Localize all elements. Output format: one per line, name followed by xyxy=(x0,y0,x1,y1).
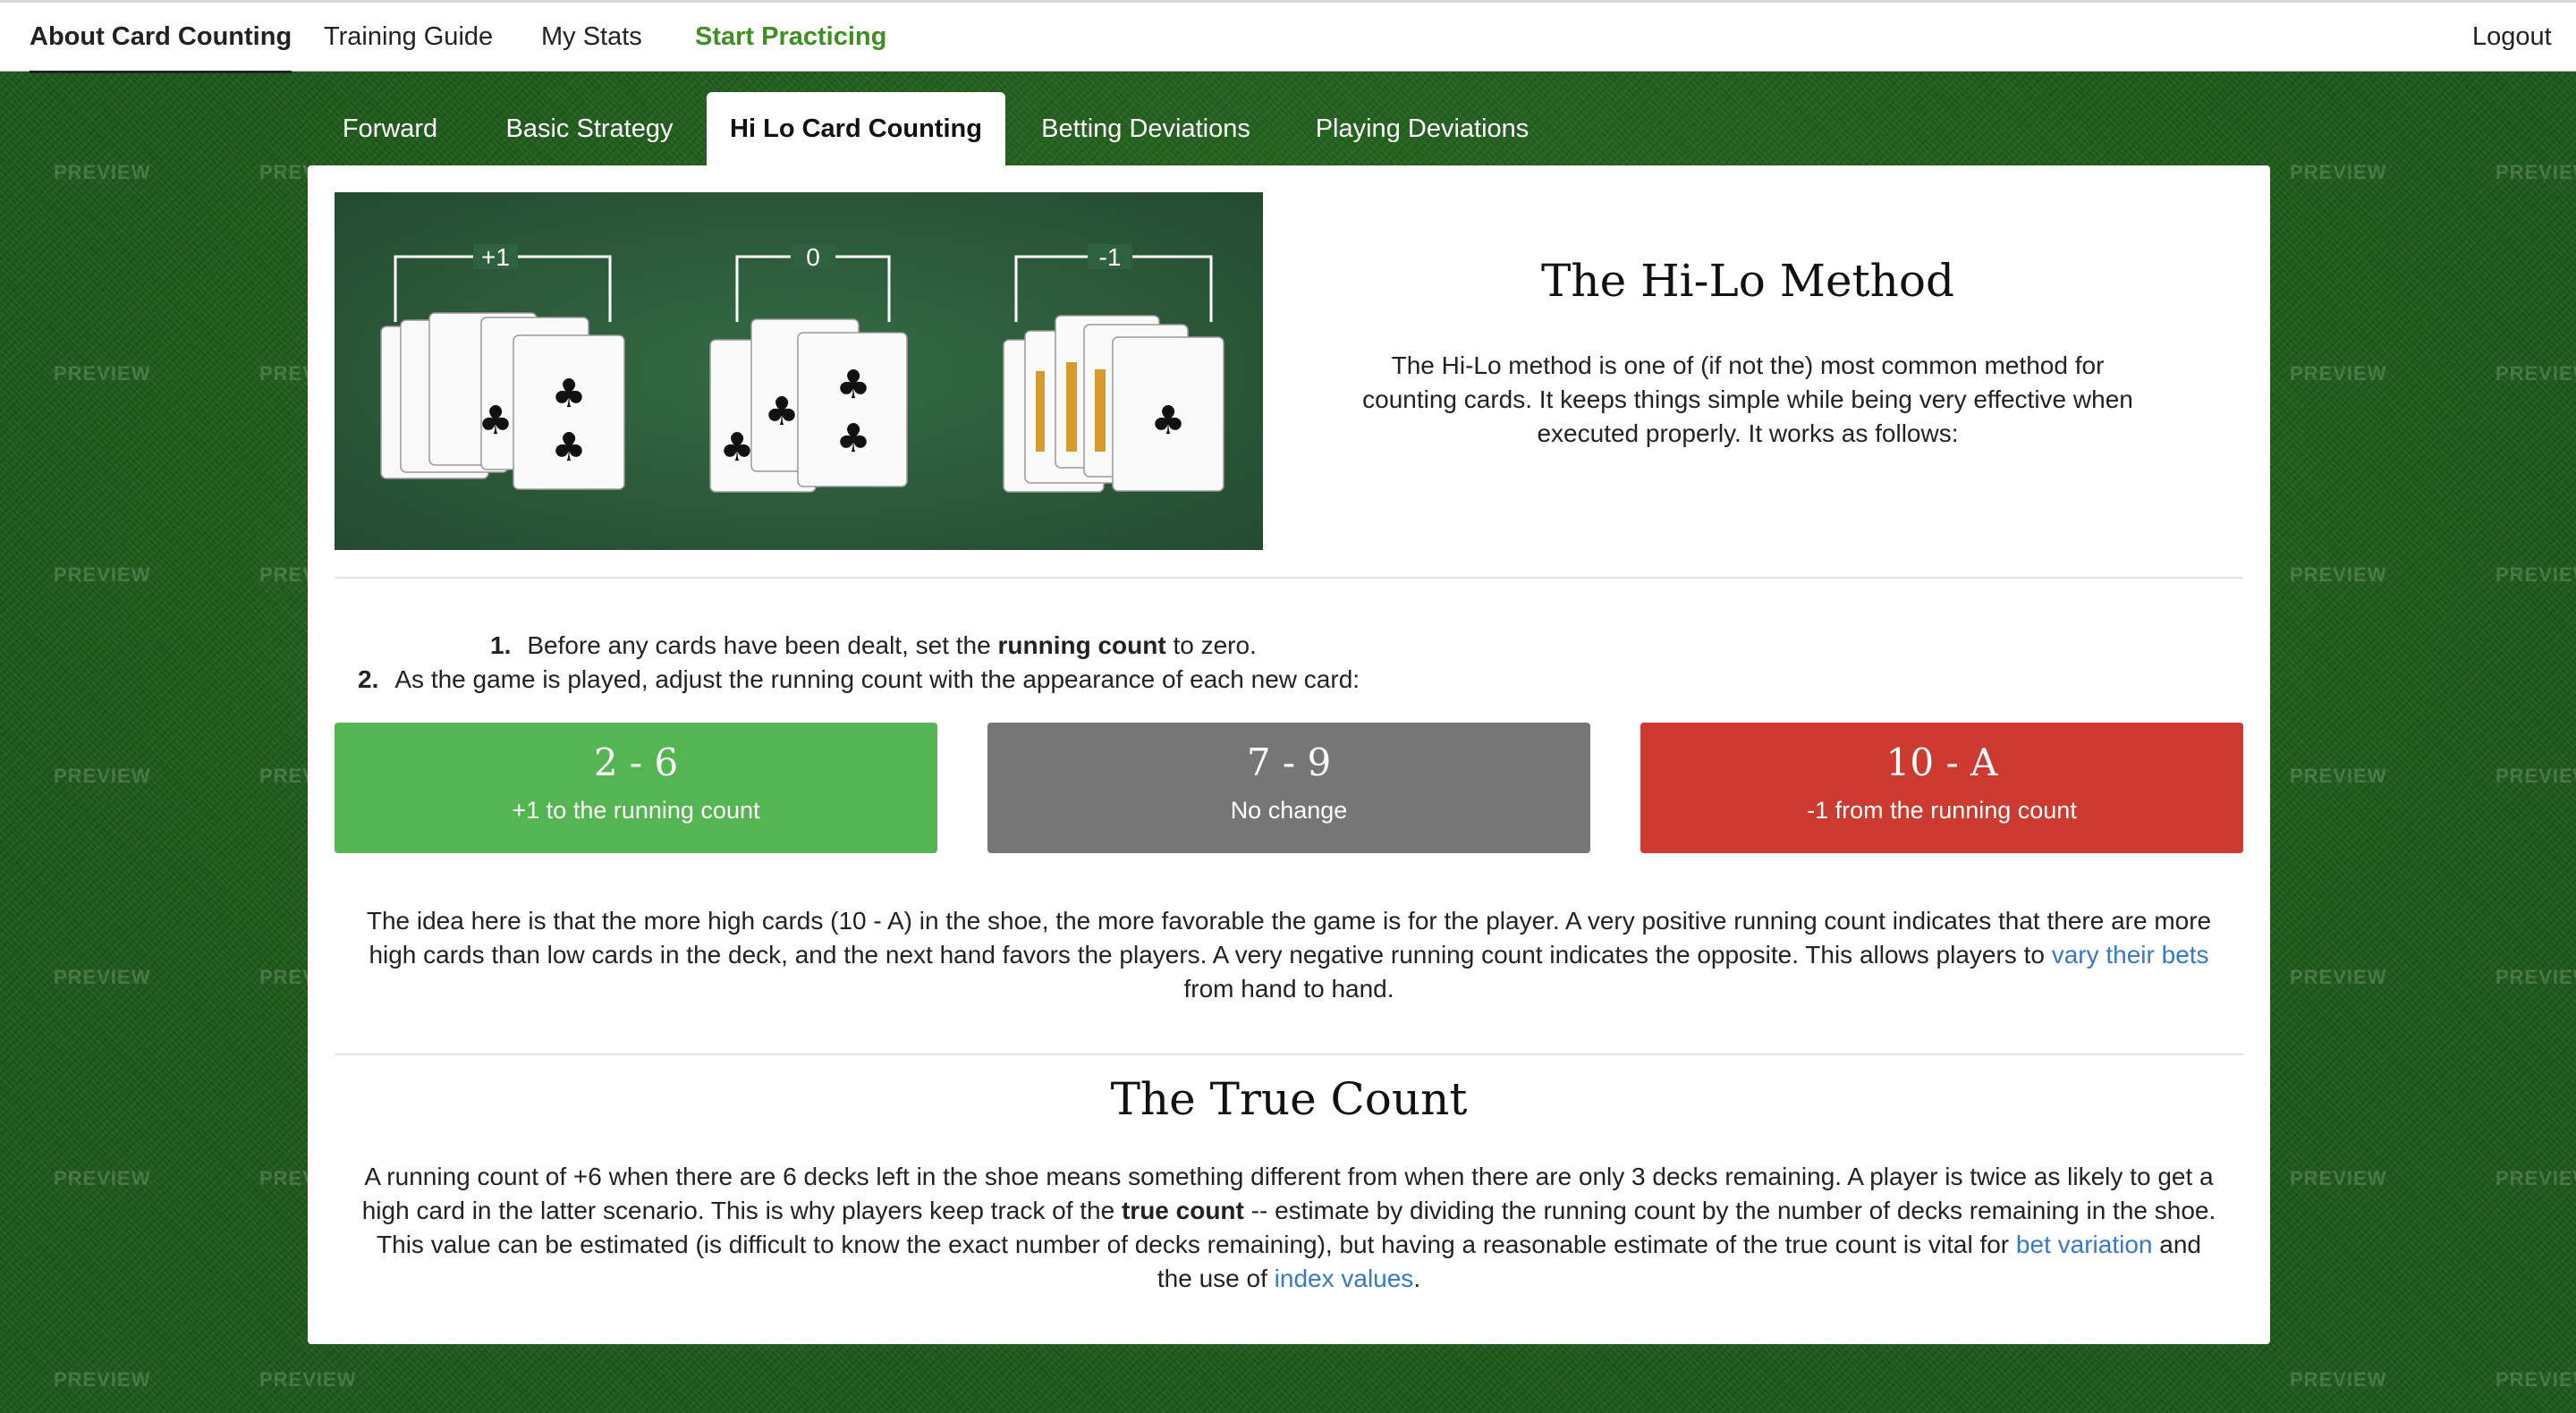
range-box-low: 2 - 6 +1 to the running count xyxy=(335,723,937,853)
hi-lo-cards-illustration: +1 0 -1 ♣ ♣ ♣ ♣ ♣ ♣ ♣ ♣ xyxy=(335,192,1263,550)
watermark-text: PREVIEW xyxy=(2496,563,2576,586)
watermark-text: PREVIEW xyxy=(54,1167,151,1189)
logout-link[interactable]: Logout xyxy=(2472,3,2552,72)
range-box-neutral: 7 - 9 No change xyxy=(987,723,1590,853)
watermark-text: PREVIEW xyxy=(2290,1167,2387,1189)
step-1: 1. Before any cards have been dealt, set … xyxy=(490,631,1257,659)
range-box-high: 10 - A -1 from the running count xyxy=(1640,723,2243,853)
content-panel: +1 0 -1 ♣ ♣ ♣ ♣ ♣ ♣ ♣ ♣ The Hi-Lo Method… xyxy=(308,165,2270,1344)
range-high-desc: -1 from the running count xyxy=(1807,797,2077,824)
nav-start-practicing[interactable]: Start Practicing xyxy=(695,3,886,72)
svg-text:♣: ♣ xyxy=(551,371,586,417)
watermark-text: PREVIEW xyxy=(2290,362,2387,385)
watermark-text: PREVIEW xyxy=(54,362,151,385)
hero-label-plus-one: +1 xyxy=(481,243,510,271)
watermark-text: PREVIEW xyxy=(54,1368,151,1391)
range-low-desc: +1 to the running count xyxy=(512,797,760,824)
hero-label-zero: 0 xyxy=(806,243,820,271)
watermark-text: PREVIEW xyxy=(2290,765,2387,787)
watermark-text: PREVIEW xyxy=(2496,966,2576,988)
svg-text:♣: ♣ xyxy=(1150,398,1185,444)
watermark-text: PREVIEW xyxy=(2290,563,2387,586)
tab-playing-deviations[interactable]: Playing Deviations xyxy=(1308,92,1537,166)
watermark-text: PREVIEW xyxy=(259,1368,357,1391)
cards-graphic: +1 0 -1 ♣♣ ♣ ♣♣ ♣♣ ♣ xyxy=(380,243,1224,493)
watermark-text: PREVIEW xyxy=(2290,1368,2387,1391)
watermark-text: PREVIEW xyxy=(2496,1167,2576,1189)
watermark-text: PREVIEW xyxy=(2496,765,2576,787)
tab-betting-deviations[interactable]: Betting Deviations xyxy=(1029,92,1263,166)
range-low-label: 2 - 6 xyxy=(593,740,679,784)
nav-my-stats[interactable]: My Stats xyxy=(541,3,642,72)
watermark-text: PREVIEW xyxy=(2290,966,2387,988)
svg-text:♣: ♣ xyxy=(835,416,870,461)
svg-text:♣: ♣ xyxy=(551,425,586,470)
watermark-text: PREVIEW xyxy=(2290,161,2387,183)
divider xyxy=(335,577,2243,579)
step-2: 2. As the game is played, adjust the runn… xyxy=(358,665,1360,693)
index-values-link[interactable]: index values xyxy=(1275,1265,1414,1292)
divider xyxy=(335,1053,2243,1055)
svg-text:♣: ♣ xyxy=(478,398,513,444)
nav-training-guide[interactable]: Training Guide xyxy=(324,3,493,72)
vary-their-bets-link[interactable]: vary their bets xyxy=(2052,941,2209,969)
svg-text:♣: ♣ xyxy=(835,362,870,408)
hero-label-minus-one: -1 xyxy=(1099,243,1122,271)
watermark-text: PREVIEW xyxy=(54,765,151,787)
tab-hi-lo-card-counting[interactable]: Hi Lo Card Counting xyxy=(707,92,1005,166)
watermark-text: PREVIEW xyxy=(2496,161,2576,183)
hi-lo-method-title: The Hi-Lo Method xyxy=(1541,255,1954,307)
watermark-text: PREVIEW xyxy=(54,161,151,183)
true-count-paragraph: A running count of +6 when there are 6 d… xyxy=(361,1163,2216,1292)
range-neutral-desc: No change xyxy=(1230,797,1348,824)
idea-paragraph: The idea here is that the more high card… xyxy=(366,907,2212,1003)
svg-text:♣: ♣ xyxy=(764,389,799,435)
watermark-text: PREVIEW xyxy=(2496,1368,2576,1391)
svg-text:♣: ♣ xyxy=(719,425,754,470)
range-neutral-label: 7 - 9 xyxy=(1246,740,1332,784)
range-high-label: 10 - A xyxy=(1885,740,1998,784)
nav-about-card-counting[interactable]: About Card Counting xyxy=(30,3,292,73)
hi-lo-intro-text: The Hi-Lo method is one of (if not the) … xyxy=(1362,351,2133,447)
tab-forward[interactable]: Forward xyxy=(322,92,458,166)
bet-variation-link[interactable]: bet variation xyxy=(2016,1231,2153,1258)
watermark-text: PREVIEW xyxy=(54,966,151,988)
top-navbar: About Card Counting Training Guide My St… xyxy=(0,0,2576,73)
watermark-text: PREVIEW xyxy=(54,563,151,586)
tab-basic-strategy[interactable]: Basic Strategy xyxy=(490,92,689,166)
true-count-title: The True Count xyxy=(1110,1073,1468,1125)
watermark-text: PREVIEW xyxy=(2496,362,2576,385)
